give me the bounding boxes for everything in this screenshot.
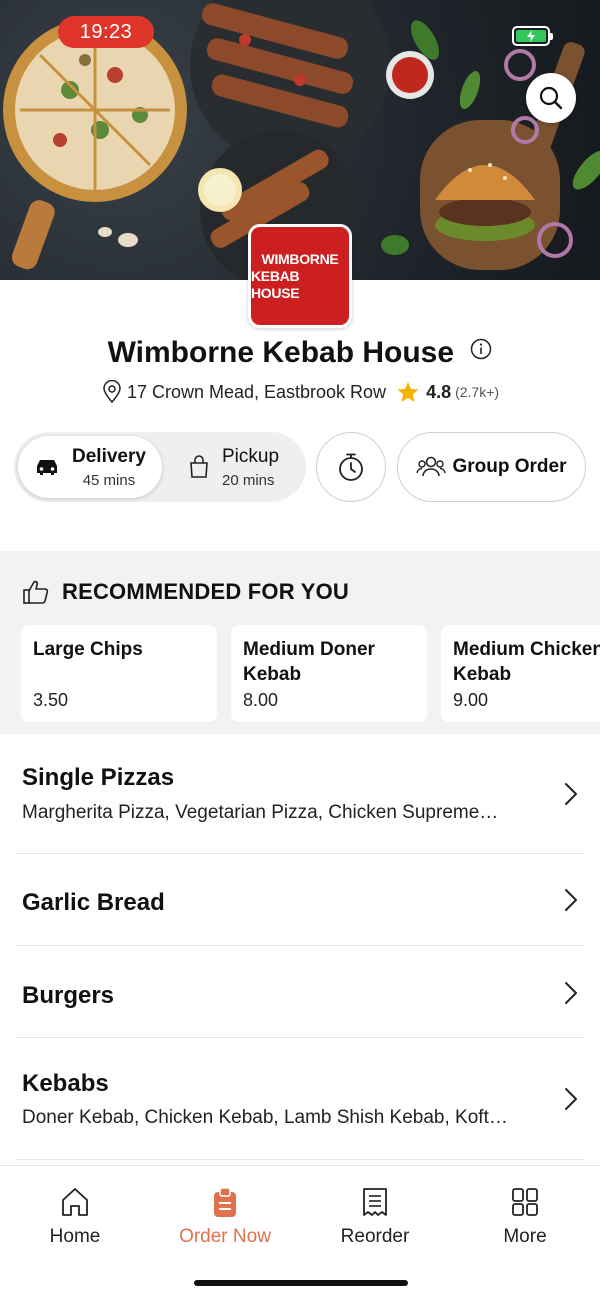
group-icon (416, 456, 447, 477)
search-icon (539, 86, 563, 110)
nav-more-label: More (503, 1226, 547, 1247)
category-row[interactable]: Burgers (16, 946, 584, 1038)
delivery-option[interactable]: Delivery 45 mins (18, 436, 162, 498)
nav-order-now[interactable]: Order Now (150, 1186, 300, 1248)
pickup-label: Pickup (222, 445, 280, 467)
category-row[interactable]: Garlic Bread (16, 854, 584, 946)
recommended-item-name: Medium Chicken (453, 639, 600, 660)
nav-more[interactable]: More (450, 1186, 600, 1248)
category-description: Margherita Pizza, Vegetarian Pizza, Chic… (22, 802, 499, 823)
category-description: Doner Kebab, Chicken Kebab, Lamb Shish K… (22, 1107, 508, 1128)
chevron-right-icon (565, 783, 577, 805)
info-icon[interactable] (470, 334, 492, 368)
pickup-time: 20 mins (222, 471, 275, 489)
rating-count: (2.7k+) (455, 384, 500, 400)
pickup-option[interactable]: Pickup 20 mins (182, 436, 302, 498)
home-icon (62, 1188, 88, 1216)
category-title: Kebabs (22, 1070, 109, 1097)
delivery-label: Delivery (72, 445, 146, 467)
group-order-button[interactable]: Group Order (397, 432, 586, 502)
grid-icon (512, 1188, 538, 1216)
chevron-right-icon (565, 889, 577, 911)
nav-reorder-label: Reorder (340, 1226, 410, 1247)
category-title: Garlic Bread (22, 889, 165, 916)
restaurant-name-row: Wimborne Kebab House (0, 336, 600, 371)
car-icon (37, 460, 57, 475)
recommended-item-name-line2: Kebab (243, 664, 302, 685)
rating-value: 4.8 (426, 381, 452, 402)
bottom-nav: Home Order Now Reorder More (0, 1165, 600, 1298)
chevron-right-icon (565, 982, 577, 1004)
star-icon (397, 382, 419, 402)
restaurant-name: Wimborne Kebab House (107, 336, 455, 369)
restaurant-address: 17 Crown Mead, Eastbrook Row (126, 381, 387, 402)
recommended-heading: RECOMMENDED FOR YOU (62, 579, 349, 604)
order-mode-toggle: Delivery 45 mins Pickup 20 mins (14, 432, 306, 502)
category-row[interactable]: Single Pizzas Margherita Pizza, Vegetari… (16, 734, 584, 854)
category-title: Single Pizzas (22, 764, 175, 791)
nav-home-label: Home (49, 1226, 101, 1247)
recommended-item-name: Large Chips (33, 639, 143, 660)
category-title: Burgers (22, 982, 115, 1009)
recommended-section: RECOMMENDED FOR YOU Large Chips 3.50 Med… (0, 551, 600, 734)
search-button[interactable] (526, 73, 576, 123)
schedule-button[interactable] (316, 432, 386, 502)
recommended-item-price: 8.00 (243, 690, 279, 710)
recommended-item-price: 9.00 (453, 690, 489, 710)
delivery-time: 45 mins (82, 471, 136, 489)
recommended-card[interactable]: Large Chips 3.50 (21, 625, 217, 722)
logo-line1: WIMBORNE (261, 250, 339, 267)
order-icon (214, 1187, 236, 1217)
recommended-item-name: Medium Doner (243, 639, 375, 660)
category-row[interactable]: Kebabs Doner Kebab, Chicken Kebab, Lamb … (16, 1038, 584, 1160)
group-order-label: Group Order (452, 456, 567, 477)
recommended-card[interactable]: Medium Doner Kebab 8.00 (231, 625, 427, 722)
logo-line2: KEBAB HOUSE (251, 267, 300, 301)
timer-icon (339, 453, 363, 481)
recommended-header: RECOMMENDED FOR YOU (22, 579, 349, 605)
status-time: 19:23 (58, 16, 154, 48)
address-rating-row: 17 Crown Mead, Eastbrook Row 4.8 (2.7k+) (0, 380, 600, 404)
location-pin-icon (103, 380, 121, 404)
nav-order-now-label: Order Now (179, 1226, 271, 1247)
recommended-card[interactable]: Medium Chicken Kebab 9.00 (441, 625, 600, 722)
nav-home[interactable]: Home (0, 1186, 150, 1248)
home-indicator (194, 1280, 408, 1286)
nav-reorder[interactable]: Reorder (300, 1186, 450, 1248)
recommended-item-price: 3.50 (33, 690, 69, 710)
chevron-right-icon (565, 1088, 577, 1110)
receipt-icon (363, 1188, 387, 1216)
battery-icon (512, 26, 553, 46)
restaurant-logo: WIMBORNE KEBAB HOUSE (248, 224, 352, 328)
bag-icon (190, 455, 208, 478)
thumbs-up-icon (23, 580, 49, 604)
recommended-item-name-line2: Kebab (453, 664, 512, 685)
